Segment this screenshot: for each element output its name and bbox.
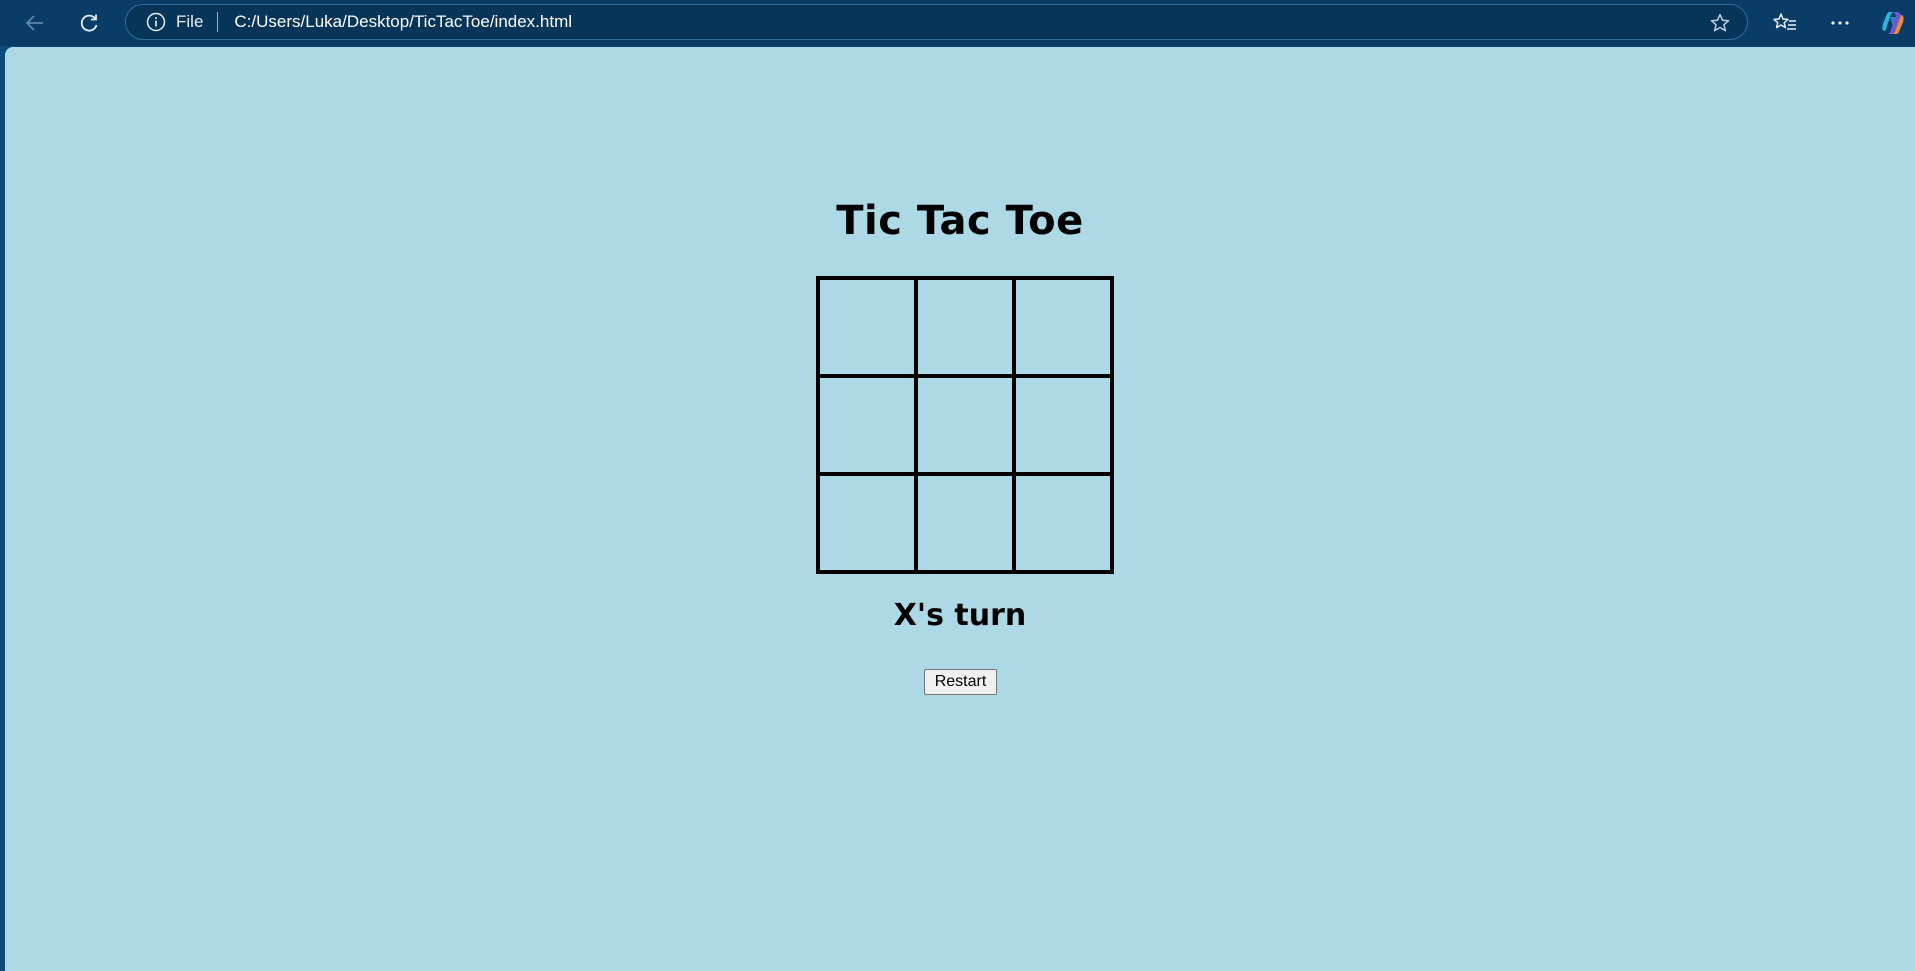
refresh-button[interactable] <box>72 6 106 40</box>
copilot-icon <box>1882 12 1904 34</box>
restart-button[interactable]: Restart <box>924 669 997 695</box>
back-button[interactable] <box>18 6 52 40</box>
game-title: Tic Tac Toe <box>836 198 1084 244</box>
browser-toolbar: File C:/Users/Luka/Desktop/TicTacToe/ind… <box>0 0 1915 46</box>
back-arrow-icon <box>25 15 43 31</box>
board-cell[interactable] <box>916 474 1014 572</box>
board-cell[interactable] <box>1014 278 1112 376</box>
more-button[interactable] <box>1823 6 1857 40</box>
board-cell[interactable] <box>818 474 916 572</box>
page-viewport: Tic Tac Toe X's turn Restart <box>5 47 1915 971</box>
address-url[interactable]: C:/Users/Luka/Desktop/TicTacToe/index.ht… <box>234 12 572 32</box>
turn-status: X's turn <box>893 598 1027 633</box>
address-bar[interactable]: File C:/Users/Luka/Desktop/TicTacToe/ind… <box>125 4 1748 40</box>
favorites-icon <box>1773 13 1796 30</box>
board-cell[interactable] <box>818 278 916 376</box>
game-board <box>816 276 1114 574</box>
more-icon <box>1831 21 1849 25</box>
board-cell[interactable] <box>818 376 916 474</box>
board-cell[interactable] <box>1014 474 1112 572</box>
board-cell[interactable] <box>1014 376 1112 474</box>
address-scheme-label: File <box>176 12 204 31</box>
star-icon[interactable] <box>1709 12 1731 34</box>
copilot-button[interactable] <box>1876 6 1910 40</box>
board-cell[interactable] <box>916 278 1014 376</box>
favorites-button[interactable] <box>1768 6 1802 40</box>
board-cell[interactable] <box>916 376 1014 474</box>
refresh-icon <box>80 14 98 32</box>
address-divider <box>217 12 219 32</box>
info-icon[interactable] <box>146 12 166 32</box>
